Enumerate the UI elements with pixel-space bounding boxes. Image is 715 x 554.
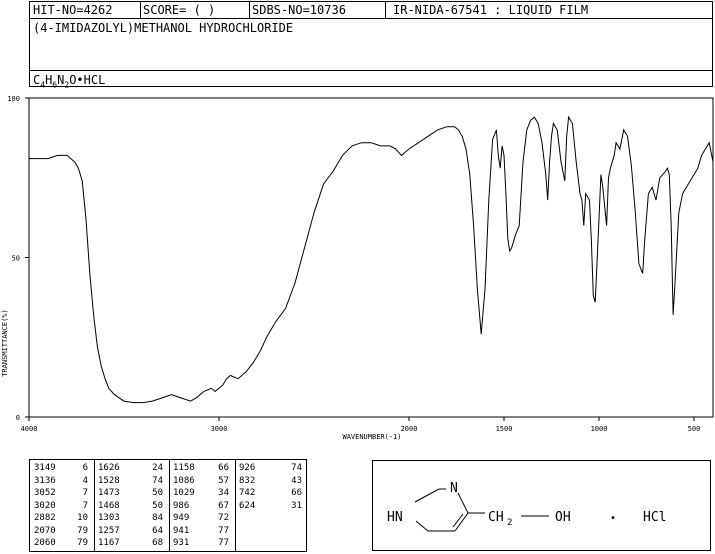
x-tick-label: 3000 bbox=[211, 425, 228, 433]
peak-transmittance: 7 bbox=[82, 500, 88, 511]
y-tick-label: 0 bbox=[16, 414, 20, 422]
hydroxyl-group: OH bbox=[555, 510, 571, 525]
peak-wavenumber: 1086 bbox=[173, 475, 195, 486]
plot-frame bbox=[28, 97, 714, 418]
hit-number: HIT-NO=4262 bbox=[33, 3, 113, 17]
x-tick-label: 500 bbox=[688, 425, 701, 433]
x-tick-label: 1500 bbox=[496, 425, 513, 433]
peak-wavenumber: 3149 bbox=[34, 463, 56, 473]
peak-transmittance: 43 bbox=[291, 475, 302, 486]
peak-wavenumber: 832 bbox=[239, 475, 256, 486]
formula-divider bbox=[30, 70, 712, 71]
peak-transmittance: 31 bbox=[291, 500, 302, 511]
molecule-structure: N HN CH 2 OH • HCl bbox=[387, 481, 666, 532]
y-axis-label: TRANSMITTANCE(%) bbox=[1, 309, 9, 376]
y-tick-label: 50 bbox=[12, 255, 20, 263]
peak-wavenumber: 3136 bbox=[34, 475, 56, 486]
peak-column-divider bbox=[169, 460, 170, 551]
peak-wavenumber: 1303 bbox=[98, 513, 120, 523]
structure-box: N HN CH 2 OH • HCl bbox=[372, 460, 711, 551]
peak-transmittance: 57 bbox=[218, 475, 229, 486]
peak-wavenumber: 931 bbox=[173, 538, 190, 548]
peak-transmittance: 34 bbox=[218, 488, 229, 498]
peak-wavenumber: 986 bbox=[173, 500, 190, 511]
peak-wavenumber: 1029 bbox=[173, 488, 195, 498]
peak-wavenumber: 3052 bbox=[34, 488, 56, 498]
ir-identifier: IR-NIDA-67541 : LIQUID FILM bbox=[393, 3, 589, 17]
peak-wavenumber: 1473 bbox=[98, 488, 120, 498]
peak-transmittance: 72 bbox=[218, 513, 229, 523]
peak-table: 3149 6 3136 4 3052 7 3020 7 2882 10 2070 79 2060 79 16… bbox=[29, 459, 307, 552]
peak-column-divider bbox=[94, 460, 95, 551]
peak-transmittance: 67 bbox=[218, 500, 229, 511]
peak-wavenumber: 1167 bbox=[98, 538, 120, 548]
peak-transmittance: 77 bbox=[218, 525, 229, 536]
ir-spectrum-chart: 4000 3000 2000 1500 1000 500 0 50 100 WAVENUMBER… bbox=[1, 95, 714, 441]
x-tick-label: 2000 bbox=[401, 425, 418, 433]
peak-transmittance: 66 bbox=[218, 463, 229, 473]
peak-wavenumber: 1158 bbox=[173, 463, 195, 473]
peak-transmittance: 7 bbox=[82, 488, 88, 498]
peak-wavenumber: 1626 bbox=[98, 463, 120, 473]
formula-hcl: •HCL bbox=[76, 73, 106, 87]
peak-wavenumber: 2060 bbox=[34, 538, 56, 548]
x-tick-label: 4000 bbox=[21, 425, 38, 433]
peak-transmittance: 50 bbox=[152, 500, 163, 511]
x-tick-label: 1000 bbox=[591, 425, 608, 433]
peak-wavenumber: 1528 bbox=[98, 475, 120, 486]
peak-transmittance: 74 bbox=[152, 475, 163, 486]
spectrum-header: HIT-NO=4262 SCORE= ( ) SDBS-NO=10736 IR-… bbox=[29, 1, 713, 89]
molecular-formula: C4H6N2O•HCL bbox=[33, 73, 105, 89]
sdbs-number: SDBS-NO=10736 bbox=[252, 3, 346, 17]
peak-transmittance: 4 bbox=[82, 475, 88, 486]
peak-wavenumber: 1468 bbox=[98, 500, 120, 511]
peak-wavenumber: 3020 bbox=[34, 500, 56, 511]
peak-wavenumber: 2882 bbox=[34, 513, 56, 523]
peak-transmittance: 79 bbox=[77, 525, 88, 536]
compound-name: (4-IMIDAZOLYL)METHANOL HYDROCHLORIDE bbox=[33, 21, 294, 35]
peak-wavenumber: 2070 bbox=[34, 525, 56, 536]
header-divider bbox=[385, 2, 386, 19]
peak-transmittance: 77 bbox=[218, 538, 229, 548]
peak-transmittance: 50 bbox=[152, 488, 163, 498]
peak-wavenumber: 926 bbox=[239, 463, 256, 473]
peak-column-divider bbox=[235, 460, 236, 551]
peak-wavenumber: 949 bbox=[173, 513, 190, 523]
peak-transmittance: 24 bbox=[152, 463, 163, 473]
score: SCORE= ( ) bbox=[143, 3, 216, 17]
spectrum-trace bbox=[29, 115, 714, 404]
ring-nh: HN bbox=[387, 510, 403, 525]
peak-wavenumber: 941 bbox=[173, 525, 190, 536]
x-axis-label: WAVENUMBER(-1) bbox=[342, 433, 401, 441]
peak-transmittance: 66 bbox=[291, 488, 302, 498]
ch2-group: CH bbox=[488, 510, 504, 525]
hcl-salt: HCl bbox=[643, 510, 666, 525]
ch2-subscript: 2 bbox=[507, 518, 512, 528]
peak-transmittance: 64 bbox=[152, 525, 163, 536]
peak-wavenumber: 1257 bbox=[98, 525, 120, 536]
peak-transmittance: 68 bbox=[152, 538, 163, 548]
peak-wavenumber: 624 bbox=[239, 500, 256, 511]
peak-transmittance: 6 bbox=[82, 463, 88, 473]
peak-transmittance: 84 bbox=[152, 513, 163, 523]
y-tick-label: 100 bbox=[7, 95, 20, 103]
ring-nitrogen: N bbox=[450, 481, 458, 496]
salt-dot: • bbox=[610, 513, 616, 524]
peak-transmittance: 74 bbox=[291, 463, 302, 473]
header-id-row: HIT-NO=4262 SCORE= ( ) SDBS-NO=10736 IR-… bbox=[30, 2, 712, 19]
peak-transmittance: 10 bbox=[77, 513, 88, 523]
peak-wavenumber: 742 bbox=[239, 488, 256, 498]
peak-transmittance: 79 bbox=[77, 538, 88, 548]
